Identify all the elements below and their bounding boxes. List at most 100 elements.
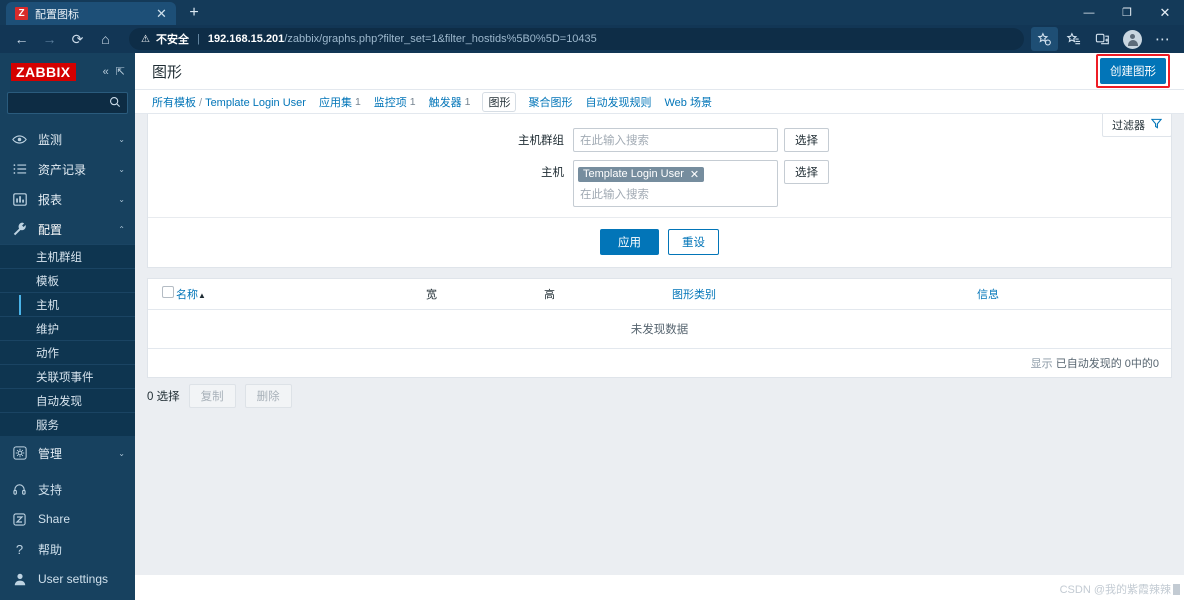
sidebar-item-actions[interactable]: 动作 (0, 340, 135, 364)
remove-chip-icon[interactable]: ✕ (690, 168, 699, 181)
sidebar-item-host-groups[interactable]: 主机群组 (0, 244, 135, 268)
breadcrumb-template-name[interactable]: Template Login User (205, 97, 306, 109)
watermark-text: CSDN @我的紫霞辣辣 (1059, 584, 1171, 596)
address-bar[interactable]: ⚠ 不安全 | 192.168.15.201/zabbix/graphs.php… (129, 28, 1024, 50)
page-title: 图形 (152, 63, 183, 81)
collections-icon[interactable] (1060, 27, 1087, 51)
sidebar-item-reports[interactable]: 报表 ⌄ (0, 184, 135, 214)
delete-button[interactable]: 删除 (244, 383, 292, 408)
host-group-select-button[interactable]: 选择 (784, 128, 829, 152)
search-icon[interactable] (109, 96, 121, 111)
sidebar-bottom-items: 支持 Share ? 帮助 User settings (0, 474, 135, 594)
no-data-message: 未发现数据 (148, 309, 1171, 349)
window-controls: — ❐ ✕ (1070, 0, 1184, 25)
search-input[interactable] (14, 97, 109, 109)
copy-button[interactable]: 复制 (188, 383, 236, 408)
home-icon[interactable]: ⌂ (92, 27, 119, 51)
chevron-down-icon: ⌄ (118, 134, 125, 144)
browser-tab[interactable]: Z 配置图标 ✕ (6, 2, 176, 25)
watermark: CSDN @我的紫霞辣辣 (1060, 581, 1180, 597)
select-all-checkbox[interactable] (162, 286, 174, 298)
sidebar-sublabel: 服务 (36, 419, 59, 432)
new-tab-icon[interactable]: + (185, 5, 203, 21)
host-group-input[interactable]: 在此输入搜索 (573, 128, 778, 152)
tab-graphs[interactable]: 图形 (483, 92, 516, 111)
host-group-control: 在此输入搜索 选择 (573, 128, 829, 152)
tab-label: Web 场景 (664, 96, 712, 109)
sidebar-item-support[interactable]: 支持 (0, 474, 135, 504)
watermark-badge-icon (1173, 583, 1180, 595)
page-header: 图形 创建图形 (135, 53, 1184, 90)
host-input-placeholder[interactable]: 在此输入搜索 (578, 185, 773, 205)
sidebar-item-user-settings[interactable]: User settings (0, 564, 135, 594)
tab-count: 1 (354, 95, 361, 108)
sidebar-sublabel: 主机 (36, 299, 59, 312)
tab-count: 1 (464, 95, 471, 108)
sidebar-search[interactable] (7, 92, 128, 114)
collapse-sidebar-icon[interactable]: « (103, 66, 109, 78)
forward-icon[interactable]: → (36, 27, 63, 51)
profile-avatar[interactable] (1123, 29, 1142, 49)
sidebar-sublabel: 维护 (36, 323, 59, 336)
sidebar-item-monitoring[interactable]: 监测 ⌄ (0, 124, 135, 154)
zabbix-logo[interactable]: ZABBIX (11, 62, 76, 81)
minimize-icon[interactable]: — (1070, 0, 1108, 25)
tab-triggers[interactable]: 触发器 1 (429, 94, 471, 110)
tab-discovery-rules[interactable]: 自动发现规则 (585, 94, 651, 110)
omnibox-divider: | (196, 33, 200, 45)
restore-icon[interactable]: ❐ (1108, 0, 1146, 25)
table-body: 未发现数据 (148, 309, 1171, 349)
more-menu-icon[interactable]: ⋯ (1149, 27, 1176, 51)
sidebar-item-share[interactable]: Share (0, 504, 135, 534)
close-window-icon[interactable]: ✕ (1146, 0, 1184, 25)
select-all-header[interactable] (148, 278, 176, 310)
browser-tab-strip: Z 配置图标 ✕ + — ❐ ✕ (0, 0, 1184, 25)
eye-icon (12, 134, 27, 145)
column-header-graph-type[interactable]: 图形类别 (672, 278, 977, 310)
column-header-name[interactable]: 名称▲ (176, 278, 426, 310)
favorites-add-icon[interactable] (1031, 27, 1058, 51)
sidebar-item-administration[interactable]: 管理 ⌄ (0, 438, 135, 468)
reload-icon[interactable]: ⟳ (64, 27, 91, 51)
tab-items[interactable]: 监控项 1 (374, 94, 416, 110)
host-select-button[interactable]: 选择 (784, 160, 829, 184)
filter-tab[interactable]: 过滤器 (1102, 114, 1172, 137)
tab-label: 图形 (488, 96, 511, 109)
sidebar-item-discovery[interactable]: 自动发现 (0, 388, 135, 412)
create-graph-button[interactable]: 创建图形 (1100, 58, 1166, 84)
url-host: 192.168.15.201 (207, 33, 285, 45)
filter-funnel-icon[interactable] (1150, 118, 1163, 132)
sidebar-label-inventory: 资产记录 (38, 162, 87, 177)
host-multiselect[interactable]: Template Login User ✕ 在此输入搜索 (573, 160, 778, 207)
tab-web-scenarios[interactable]: Web 场景 (664, 94, 711, 110)
sidebar-sublabel: 关联项事件 (36, 371, 94, 384)
sidebar-header-icons: « ⇱ (103, 65, 125, 79)
apply-button[interactable]: 应用 (600, 228, 659, 255)
sidebar-item-inventory[interactable]: 资产记录 ⌄ (0, 154, 135, 184)
sidebar-item-configuration[interactable]: 配置 ⌃ (0, 214, 135, 244)
close-tab-icon[interactable]: ✕ (154, 7, 169, 20)
split-screen-icon[interactable] (1089, 27, 1116, 51)
sidebar-sublabel: 自动发现 (36, 395, 82, 408)
sidebar-item-maintenance[interactable]: 维护 (0, 316, 135, 340)
sidebar-item-help[interactable]: ? 帮助 (0, 534, 135, 564)
page-body: ZABBIX « ⇱ 监测 ⌄ 资产记录 ⌄ 报表 ⌄ 配置 ⌃ 主机群组 模板… (0, 53, 1184, 600)
host-chip[interactable]: Template Login User ✕ (578, 166, 705, 182)
sidebar-item-event-correlation[interactable]: 关联项事件 (0, 364, 135, 388)
back-icon[interactable]: ← (8, 27, 35, 51)
host-chip-label: Template Login User (583, 168, 684, 180)
sidebar-item-hosts[interactable]: 主机 (0, 292, 135, 316)
tab-count: 1 (409, 95, 416, 108)
host-group-label: 主机群组 (518, 135, 564, 147)
avatar-glyph (1126, 33, 1139, 46)
tab-applications[interactable]: 应用集 1 (319, 94, 361, 110)
expand-sidebar-icon[interactable]: ⇱ (116, 65, 125, 78)
selection-count: 0 选择 (147, 390, 180, 403)
sidebar-label-help: 帮助 (38, 542, 63, 557)
table-footer-label: 显示 (1030, 357, 1053, 370)
reset-button[interactable]: 重设 (668, 228, 719, 255)
sidebar-item-services[interactable]: 服务 (0, 412, 135, 436)
breadcrumb-all-templates[interactable]: 所有模板 (152, 97, 196, 109)
sidebar-item-templates[interactable]: 模板 (0, 268, 135, 292)
tab-screens[interactable]: 聚合图形 (528, 94, 572, 110)
